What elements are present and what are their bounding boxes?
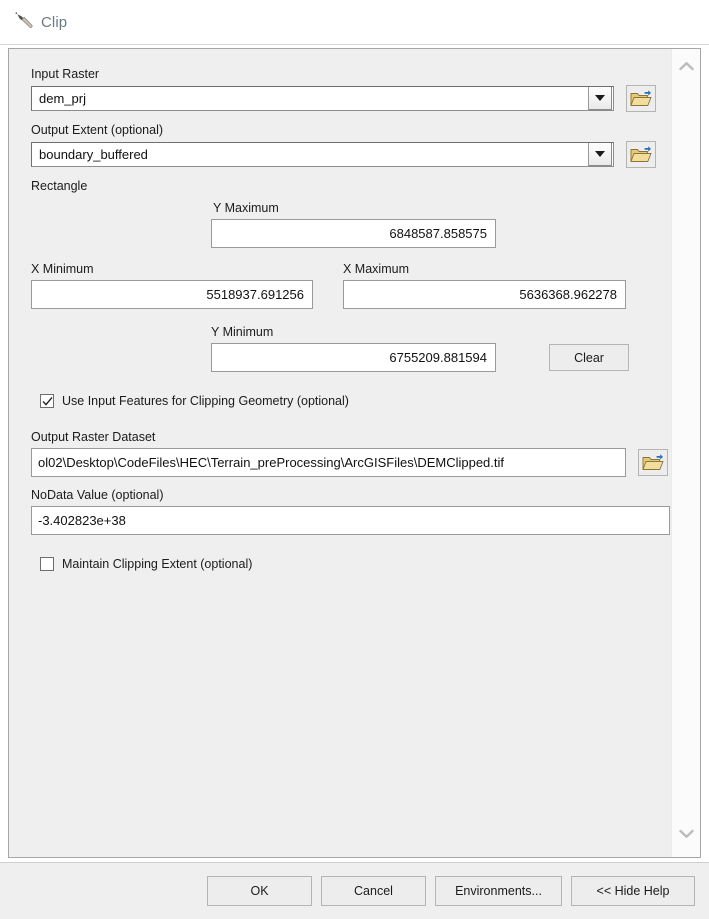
dialog-title: Clip <box>41 13 68 31</box>
nodata-value-input[interactable]: -3.402823e+38 <box>31 506 670 535</box>
input-raster-combobox[interactable]: dem_prj <box>31 86 614 111</box>
chevron-up-icon[interactable] <box>678 61 694 71</box>
output-raster-dataset-row: Output Raster Dataset ol02\Desktop\CodeF… <box>31 430 671 477</box>
y-minimum-label: Y Minimum <box>211 325 274 339</box>
open-folder-icon <box>630 90 652 106</box>
parameters-pane: Input Raster dem_prj Output Extent (opti… <box>9 49 671 857</box>
open-folder-icon <box>630 146 652 162</box>
clear-extent-button[interactable]: Clear <box>549 344 629 371</box>
input-raster-label: Input Raster <box>31 67 100 81</box>
y-maximum-label: Y Maximum <box>213 201 279 215</box>
dialog-body: Input Raster dem_prj Output Extent (opti… <box>8 48 701 858</box>
cancel-button[interactable]: Cancel <box>321 876 426 906</box>
input-raster-browse-button[interactable] <box>626 85 656 112</box>
environments-button[interactable]: Environments... <box>435 876 562 906</box>
x-maximum-input[interactable]: 5636368.962278 <box>343 280 626 309</box>
nodata-value-row: NoData Value (optional) -3.402823e+38 <box>31 488 671 535</box>
chevron-down-icon[interactable] <box>678 829 694 839</box>
x-minimum-label: X Minimum <box>31 262 94 276</box>
maintain-clipping-extent-checkbox[interactable] <box>40 557 54 571</box>
nodata-value-label: NoData Value (optional) <box>31 488 164 502</box>
output-extent-label: Output Extent (optional) <box>31 123 164 137</box>
chevron-down-icon[interactable] <box>588 143 612 166</box>
dialog-scrollbar[interactable] <box>671 49 700 857</box>
output-extent-value: boundary_buffered <box>39 147 148 162</box>
output-raster-dataset-browse-button[interactable] <box>638 449 668 476</box>
y-maximum-input[interactable]: 6848587.858575 <box>211 219 496 248</box>
input-raster-row: Input Raster dem_prj <box>31 67 671 112</box>
use-input-features-checkbox[interactable] <box>40 394 54 408</box>
y-maximum-field-group: Y Maximum 6848587.858575 <box>31 201 671 248</box>
chevron-down-icon[interactable] <box>588 87 612 110</box>
maintain-clipping-extent-row[interactable]: Maintain Clipping Extent (optional) <box>31 557 671 571</box>
hammer-tool-icon <box>15 12 33 28</box>
input-raster-value: dem_prj <box>39 91 86 106</box>
rectangle-extent-group: Rectangle Y Maximum 6848587.858575 X Min… <box>31 179 671 372</box>
output-extent-row: Output Extent (optional) boundary_buffer… <box>31 123 671 168</box>
output-extent-combobox[interactable]: boundary_buffered <box>31 142 614 167</box>
y-minimum-field-group: Y Minimum 6755209.881594 <box>211 325 496 372</box>
x-extent-row: X Minimum 5518937.691256 X Maximum 56363… <box>31 262 671 309</box>
output-extent-browse-button[interactable] <box>626 141 656 168</box>
x-minimum-input[interactable]: 5518937.691256 <box>31 280 313 309</box>
hide-help-button[interactable]: << Hide Help <box>571 876 695 906</box>
x-maximum-label: X Maximum <box>343 262 409 276</box>
dialog-titlebar: Clip <box>0 0 709 45</box>
y-minimum-input[interactable]: 6755209.881594 <box>211 343 496 372</box>
output-extent-control: boundary_buffered <box>31 141 671 168</box>
maintain-clipping-extent-label: Maintain Clipping Extent (optional) <box>62 557 253 571</box>
x-maximum-field-group: X Maximum 5636368.962278 <box>343 262 628 309</box>
input-raster-control: dem_prj <box>31 85 671 112</box>
use-input-features-label: Use Input Features for Clipping Geometry… <box>62 394 349 408</box>
use-input-features-row[interactable]: Use Input Features for Clipping Geometry… <box>31 394 671 408</box>
x-minimum-field-group: X Minimum 5518937.691256 <box>31 262 321 309</box>
output-raster-dataset-control: ol02\Desktop\CodeFiles\HEC\Terrain_prePr… <box>31 448 671 477</box>
output-raster-dataset-label: Output Raster Dataset <box>31 430 156 444</box>
dialog-footer: OK Cancel Environments... << Hide Help <box>0 862 709 919</box>
output-raster-dataset-input[interactable]: ol02\Desktop\CodeFiles\HEC\Terrain_prePr… <box>31 448 626 477</box>
rectangle-label: Rectangle <box>31 179 88 193</box>
ok-button[interactable]: OK <box>207 876 312 906</box>
open-folder-icon <box>642 454 664 470</box>
checkmark-icon <box>42 396 52 406</box>
y-minimum-row: Y Minimum 6755209.881594 Clear <box>31 325 671 372</box>
